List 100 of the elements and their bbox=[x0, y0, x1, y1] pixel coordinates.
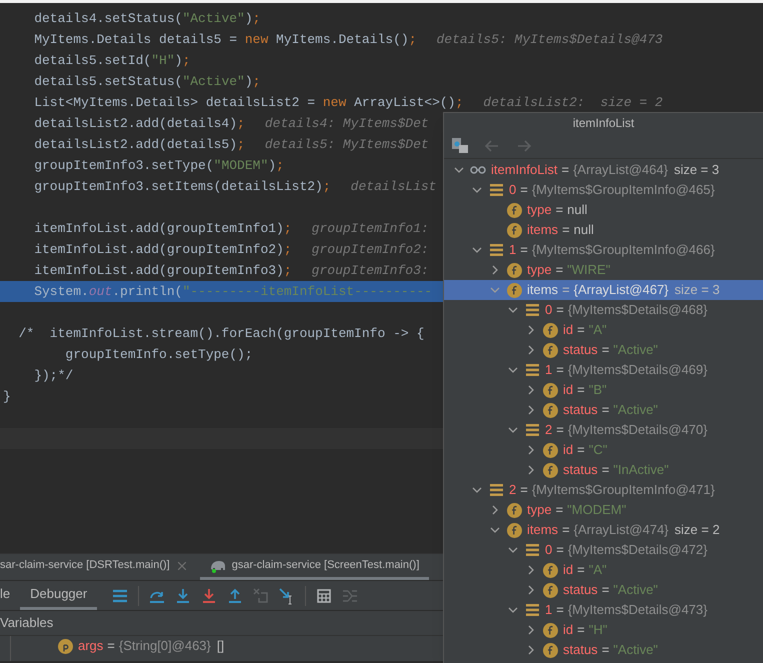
field-icon bbox=[542, 342, 558, 358]
field-icon bbox=[506, 262, 522, 278]
variable-entry: type = "MODEM" bbox=[527, 501, 626, 520]
code-text: details4.setStatus("Active"); bbox=[33, 10, 260, 28]
chevron-down-icon[interactable] bbox=[508, 425, 518, 435]
field-icon bbox=[506, 222, 522, 238]
field-icon bbox=[542, 642, 558, 658]
code-text: });*/ bbox=[33, 367, 74, 385]
list-icon bbox=[490, 184, 502, 196]
variable-entry: 0 = {MyItems$Details@468} bbox=[545, 301, 708, 320]
code-text: itemInfoList.add(groupItemInfo2); bbox=[33, 241, 292, 259]
variable-entry: status = "InActive" bbox=[563, 461, 669, 480]
chevron-down-icon[interactable] bbox=[454, 165, 464, 175]
list-icon bbox=[526, 604, 538, 616]
chevron-right-icon[interactable] bbox=[526, 385, 536, 395]
selected-tree-row[interactable]: items = {ArrayList@467} size = 3 bbox=[444, 280, 763, 300]
code-text: details5.setId("H"); bbox=[33, 52, 190, 70]
window-title: itemInfoList bbox=[572, 115, 634, 132]
chevron-down-icon[interactable] bbox=[472, 245, 482, 255]
inlay-hint: detailsList2: size = 2 bbox=[483, 94, 663, 112]
list-icon bbox=[490, 484, 502, 496]
variable-entry: status = "Active" bbox=[563, 401, 658, 420]
code-text: itemInfoList.add(groupItemInfo1); bbox=[33, 220, 292, 238]
list-icon bbox=[526, 544, 538, 556]
field-icon bbox=[542, 402, 558, 418]
variable-entry: 0 = {MyItems$Details@472} bbox=[545, 541, 708, 560]
list-icon bbox=[490, 244, 502, 256]
code-text: System.out.println("---------itemInfoList---------- bbox=[33, 283, 432, 301]
code-text: MyItems.Details details5 = new MyItems.Details(); bbox=[33, 31, 416, 49]
field-icon bbox=[542, 622, 558, 638]
inlay-hint: details4: MyItems$Det bbox=[264, 115, 429, 133]
chevron-right-icon[interactable] bbox=[526, 565, 536, 575]
variable-entry: id = "H" bbox=[563, 621, 608, 640]
field-icon bbox=[542, 562, 558, 578]
chevron-right-icon[interactable] bbox=[526, 645, 536, 655]
variable-entry: itemInfoList = {ArrayList@464} size = 3 bbox=[491, 161, 720, 180]
chevron-right-icon[interactable] bbox=[526, 345, 536, 355]
chevron-down-icon[interactable] bbox=[508, 605, 518, 615]
variable-entry: 1 = {MyItems$Details@469} bbox=[545, 361, 708, 380]
chevron-right-icon[interactable] bbox=[526, 465, 536, 475]
chevron-right-icon[interactable] bbox=[526, 325, 536, 335]
parameter-icon bbox=[58, 638, 72, 654]
layout-icon[interactable] bbox=[452, 138, 468, 153]
variable-entry: status = "Active" bbox=[563, 641, 658, 660]
code-text: groupItemInfo3.setType("MODEM"); bbox=[33, 157, 284, 175]
code-text: groupItemInfo3.setItems(detailsList2); bbox=[33, 178, 331, 196]
section-title: Variables bbox=[0, 614, 54, 632]
code-text: itemInfoList.add(groupItemInfo3); bbox=[33, 262, 292, 280]
chevron-down-icon[interactable] bbox=[472, 185, 482, 195]
code-text: detailsList2.add(details4); bbox=[33, 115, 245, 133]
field-icon bbox=[542, 582, 558, 598]
variable-entry: 1 = {MyItems$Details@473} bbox=[545, 601, 708, 620]
code-text: List<MyItems.Details> detailsList2 = new ArrayList<>(); bbox=[33, 94, 464, 112]
inlay-hint: groupItemInfo2: bbox=[312, 241, 429, 259]
inlay-hint: detailsList bbox=[350, 178, 436, 196]
variable-entry: items = null bbox=[527, 221, 594, 240]
chevron-down-icon[interactable] bbox=[508, 365, 518, 375]
list-icon bbox=[526, 364, 538, 376]
variable-entry: type = "WIRE" bbox=[527, 261, 610, 280]
field-icon bbox=[542, 322, 558, 338]
variable-entry: 2 = {MyItems$Details@470} bbox=[545, 421, 708, 440]
list-icon bbox=[526, 424, 538, 436]
chevron-down-icon[interactable] bbox=[472, 485, 482, 495]
glasses-icon bbox=[470, 166, 486, 174]
chevron-down-icon[interactable] bbox=[508, 545, 518, 555]
code-text: /* itemInfoList.stream().forEach(groupItemInfo -> { bbox=[18, 325, 424, 343]
variable-entry: 0 = {MyItems$GroupItemInfo@465} bbox=[509, 181, 715, 200]
field-icon bbox=[542, 442, 558, 458]
field-icon bbox=[506, 502, 522, 518]
variable-entry: id = "B" bbox=[563, 381, 607, 400]
chevron-right-icon[interactable] bbox=[526, 625, 536, 635]
chevron-right-icon[interactable] bbox=[490, 505, 500, 515]
run-tab[interactable]: sar-claim-service [DSRTest.main()] bbox=[0, 554, 200, 580]
variable-entry: 2 = {MyItems$GroupItemInfo@471} bbox=[509, 481, 715, 500]
close-icon[interactable] bbox=[178, 562, 186, 570]
chevron-right-icon[interactable] bbox=[490, 265, 500, 275]
field-icon bbox=[506, 282, 522, 298]
variable-entry: items = {ArrayList@474} size = 2 bbox=[527, 521, 720, 540]
debug-tab[interactable]: le bbox=[0, 581, 10, 610]
inlay-hint: groupItemInfo1: bbox=[312, 220, 429, 238]
variable-entry: status = "Active" bbox=[563, 581, 658, 600]
variable-entry: id = "C" bbox=[563, 441, 608, 460]
list-icon bbox=[526, 304, 538, 316]
chevron-down-icon[interactable] bbox=[490, 525, 500, 535]
chevron-down-icon[interactable] bbox=[508, 305, 518, 315]
variable-entry: items = {ArrayList@467} size = 3 bbox=[527, 281, 720, 300]
chevron-right-icon[interactable] bbox=[526, 585, 536, 595]
code-text: details5.setStatus("Active"); bbox=[33, 73, 260, 91]
calculator-icon[interactable] bbox=[315, 586, 334, 604]
field-icon bbox=[506, 202, 522, 218]
variable-entry: type = null bbox=[527, 201, 588, 220]
chevron-right-icon[interactable] bbox=[526, 405, 536, 415]
variable-entry: 1 = {MyItems$GroupItemInfo@466} bbox=[509, 241, 715, 260]
chevron-right-icon[interactable] bbox=[526, 445, 536, 455]
variable-entry: id = "A" bbox=[563, 561, 607, 580]
variable-entry: status = "Active" bbox=[563, 341, 658, 360]
inlay-hint: groupItemInfo3: bbox=[312, 262, 429, 280]
elephant-icon bbox=[210, 558, 226, 572]
variable-entry: id = "A" bbox=[563, 321, 607, 340]
code-text: } bbox=[3, 388, 11, 406]
